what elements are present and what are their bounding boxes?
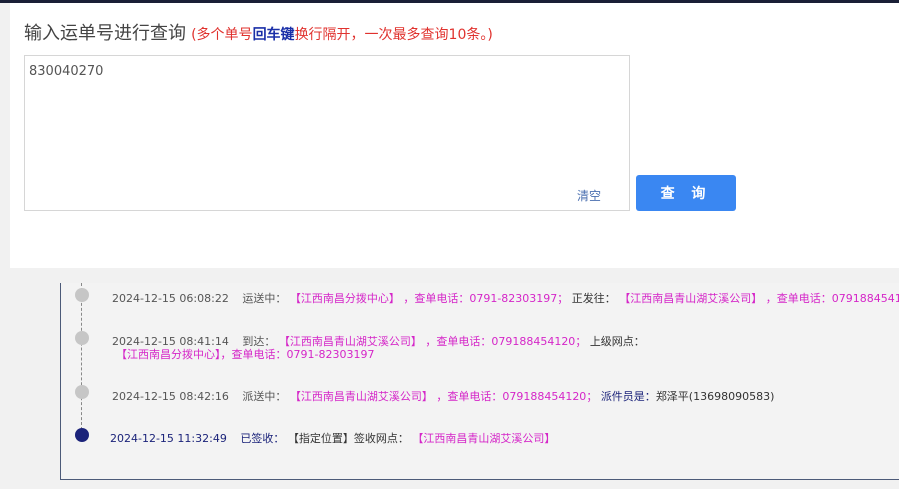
event-phone-label: ，查单电话：: [425, 335, 492, 348]
event-next-phone-label: ，查单电话：: [765, 292, 832, 305]
query-button[interactable]: 查 询: [636, 175, 736, 211]
event-site: 【江西南昌青山湖艾溪公司】: [289, 390, 433, 403]
event-place: 【指定位置】: [287, 432, 354, 445]
event-time: 2024-12-15 06:08:22: [112, 292, 229, 305]
event-next-label: 正发往：: [571, 292, 616, 305]
tracking-timeline: 2024-12-15 06:08:22 运送中： 【江西南昌分拨中心】 ，查单电…: [60, 283, 899, 480]
page-title: 输入运单号进行查询 (多个单号回车键换行隔开，一次最多查询10条。): [24, 19, 493, 45]
title-text: 输入运单号进行查询: [24, 23, 186, 44]
event-courier: 郑泽平(13698090583): [655, 390, 775, 403]
event-text: 2024-12-15 06:08:22 运送中： 【江西南昌分拨中心】 ，查单电…: [112, 292, 899, 305]
event-phone: 079188454120: [502, 390, 587, 403]
event-upper-phone: 0791-82303197: [286, 348, 375, 361]
note-strong: 回车键: [252, 27, 295, 43]
timeline-event: 2024-12-15 11:32:49 已签收： 【指定位置】签收网点： 【江西…: [61, 427, 899, 467]
event-site: 【江西南昌分拨中心】: [289, 292, 400, 305]
event-upper-site: 【江西南昌分拨中心】: [116, 348, 221, 361]
event-text: 2024-12-15 11:32:49 已签收： 【指定位置】签收网点： 【江西…: [110, 432, 555, 445]
timeline-dot: [75, 385, 89, 399]
event-sign-site: 【江西南昌青山湖艾溪公司】: [412, 432, 556, 445]
event-upper-phone-label: ，查单电话：: [220, 348, 287, 361]
event-time: 2024-12-15 08:42:16: [112, 390, 229, 403]
tracking-input-box: 830040270 清空: [24, 55, 630, 211]
event-text: 2024-12-15 08:41:14 到达： 【江西南昌青山湖艾溪公司】 ，查…: [112, 335, 645, 348]
event-next-site: 【江西南昌青山湖艾溪公司】: [619, 292, 763, 305]
note-open: (多个单号: [191, 27, 253, 43]
event-status: 已签收：: [240, 432, 285, 445]
timeline-dot-active: [75, 428, 89, 442]
event-courier-label: 派件员是：: [600, 390, 656, 403]
event-sep: ；: [557, 292, 569, 305]
note-rest: 换行隔开，一次最多查询10条。): [294, 27, 493, 43]
event-phone-label: ，查单电话：: [436, 390, 503, 403]
event-status: 运送中：: [242, 292, 287, 305]
timeline-event: 2024-12-15 08:42:16 派送中： 【江西南昌青山湖艾溪公司】 ，…: [61, 385, 899, 425]
title-note: (多个单号回车键换行隔开，一次最多查询10条。): [191, 27, 493, 43]
event-sep: ；: [575, 335, 587, 348]
tracking-number-input[interactable]: 830040270: [25, 56, 629, 210]
clear-link[interactable]: 清空: [577, 187, 601, 204]
event-sign-label: 签收网点：: [353, 432, 409, 445]
timeline-event: 2024-12-15 08:41:14 到达： 【江西南昌青山湖艾溪公司】 ，查…: [61, 329, 899, 369]
timeline-dot: [75, 288, 89, 302]
event-phone: 079188454120: [491, 335, 576, 348]
event-upper-label: 上级网点：: [589, 335, 645, 348]
timeline-dot: [75, 331, 89, 345]
query-panel: 输入运单号进行查询 (多个单号回车键换行隔开，一次最多查询10条。) 83004…: [10, 3, 899, 268]
event-next-phone: 079188454120: [831, 292, 899, 305]
event-text-line2: 【江西南昌分拨中心】，查单电话：0791-82303197: [116, 348, 374, 361]
event-text: 2024-12-15 08:42:16 派送中： 【江西南昌青山湖艾溪公司】 ，…: [112, 390, 774, 403]
event-time: 2024-12-15 08:41:14: [112, 335, 229, 348]
event-status: 派送中：: [242, 390, 287, 403]
event-site: 【江西南昌青山湖艾溪公司】: [278, 335, 422, 348]
event-phone: 0791-82303197: [469, 292, 558, 305]
event-time: 2024-12-15 11:32:49: [110, 432, 227, 445]
event-sep: ；: [586, 390, 598, 403]
event-phone-label: ，查单电话：: [403, 292, 470, 305]
timeline-event: 2024-12-15 06:08:22 运送中： 【江西南昌分拨中心】 ，查单电…: [61, 287, 899, 327]
event-status: 到达：: [242, 335, 276, 348]
